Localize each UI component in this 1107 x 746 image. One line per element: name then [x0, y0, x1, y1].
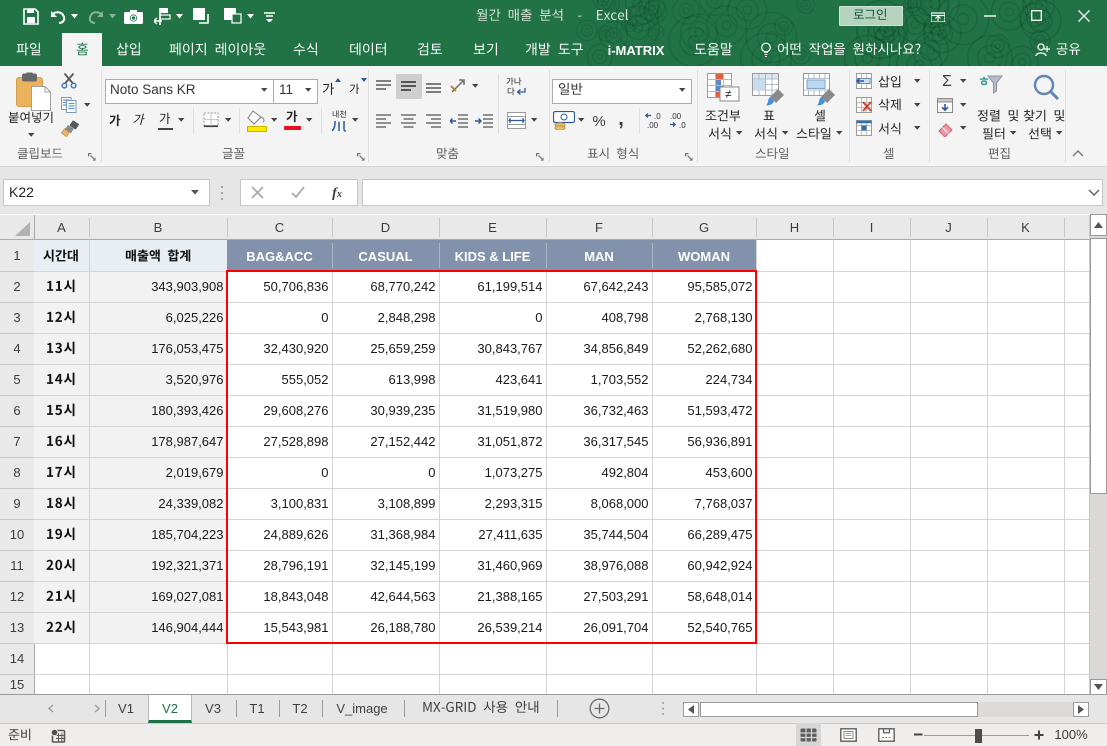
svg-text:.0: .0: [654, 112, 661, 121]
svg-text:.00: .00: [647, 121, 659, 129]
svg-text:≠: ≠: [725, 87, 732, 101]
svg-text:.0: .0: [679, 121, 686, 129]
svg-text:.00: .00: [670, 112, 682, 121]
